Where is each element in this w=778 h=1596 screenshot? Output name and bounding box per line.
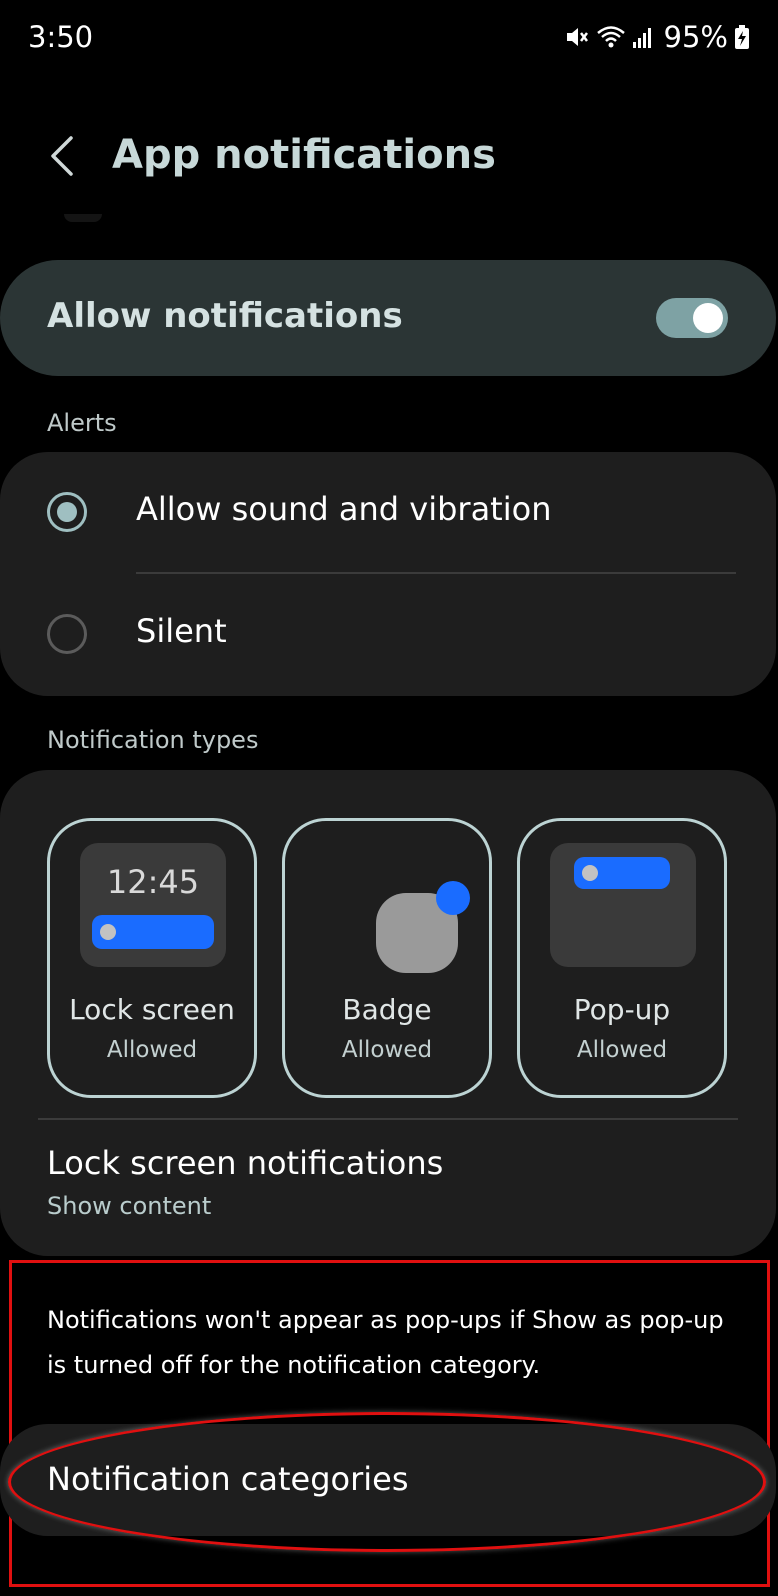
- notification-types-card: 12:45 Lock screen Allowed Badge Allowed …: [0, 770, 776, 1256]
- alert-option-label: Silent: [136, 612, 227, 650]
- page-title: App notifications: [112, 132, 496, 178]
- preview-clock: 12:45: [106, 863, 200, 901]
- tile-status: Allowed: [106, 1037, 198, 1063]
- lock-screen-preview-icon: 12:45: [80, 843, 226, 967]
- allow-notifications-label: Allow notifications: [47, 296, 403, 336]
- alert-option-label: Allow sound and vibration: [136, 490, 552, 528]
- lock-screen-notifications-title: Lock screen notifications: [47, 1144, 444, 1182]
- alert-option-silent[interactable]: Silent: [0, 574, 776, 694]
- tile-status: Allowed: [341, 1037, 433, 1063]
- battery-percent: 95%: [663, 20, 728, 54]
- radio-selected-icon[interactable]: [47, 492, 87, 532]
- tile-name: Lock screen: [69, 993, 235, 1026]
- radio-unselected-icon[interactable]: [47, 614, 87, 654]
- status-time: 3:50: [28, 20, 94, 54]
- tile-popup[interactable]: Pop-up Allowed: [517, 818, 727, 1098]
- lock-screen-notifications-value: Show content: [47, 1192, 212, 1220]
- allow-notifications-toggle[interactable]: [656, 298, 728, 338]
- tile-lock-screen[interactable]: 12:45 Lock screen Allowed: [47, 818, 257, 1098]
- allow-notifications-card[interactable]: Allow notifications: [0, 260, 776, 376]
- mute-icon: [564, 24, 590, 50]
- toggle-knob: [693, 303, 723, 333]
- wifi-icon: [596, 24, 626, 50]
- tile-name: Badge: [342, 993, 432, 1026]
- signal-icon: [632, 24, 654, 50]
- alert-option-sound-vibration[interactable]: Allow sound and vibration: [0, 452, 776, 572]
- tile-name: Pop-up: [573, 993, 671, 1026]
- tile-badge[interactable]: Badge Allowed: [282, 818, 492, 1098]
- chevron-left-icon: [49, 136, 75, 180]
- info-text: Notifications won't appear as pop-ups if…: [47, 1306, 724, 1379]
- scroll-indicator: [64, 214, 102, 222]
- notification-types-section-label: Notification types: [47, 726, 259, 754]
- bar-dot: [100, 924, 116, 940]
- alerts-card: Allow sound and vibration Silent: [0, 452, 776, 696]
- status-icons: 95%: [564, 20, 750, 54]
- alerts-section-label: Alerts: [47, 409, 117, 437]
- notification-bar-icon: [574, 857, 670, 889]
- battery-charging-icon: [734, 24, 750, 50]
- badge-preview-icon: [315, 843, 470, 973]
- back-button[interactable]: [40, 132, 84, 184]
- annotation-ellipse: [8, 1412, 766, 1552]
- notification-bar-icon: [92, 915, 214, 949]
- lock-screen-notifications-row[interactable]: Lock screen notifications Show content: [0, 1122, 776, 1242]
- tile-status: Allowed: [576, 1037, 668, 1063]
- badge-dot-icon: [436, 881, 470, 915]
- status-bar: 3:50 95%: [0, 0, 778, 80]
- bar-dot: [582, 865, 598, 881]
- popup-preview-icon: [550, 843, 696, 967]
- header: App notifications: [0, 118, 778, 198]
- divider: [38, 1118, 738, 1120]
